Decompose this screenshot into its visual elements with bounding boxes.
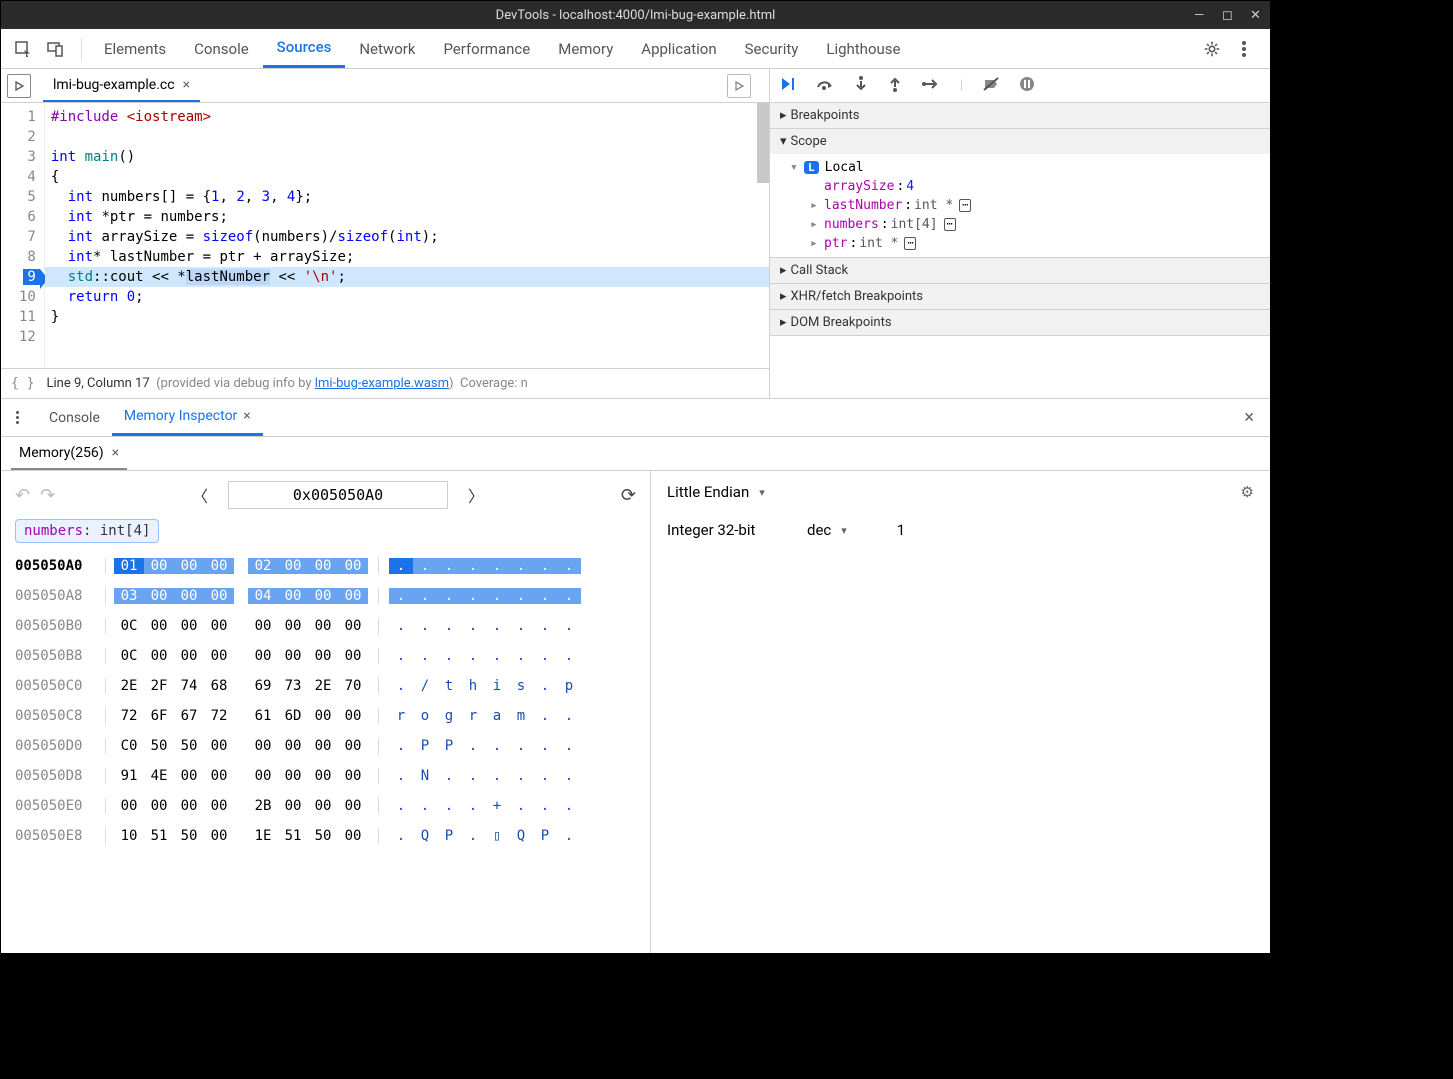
prev-page-icon[interactable]: 〈: [186, 483, 214, 507]
scope-local[interactable]: ▾LLocal: [770, 158, 1270, 177]
close-drawer-tab-icon[interactable]: ×: [243, 408, 250, 424]
tab-console[interactable]: Console: [180, 29, 263, 68]
device-toggle-icon[interactable]: [41, 35, 69, 63]
address-input[interactable]: [228, 481, 448, 509]
window-titlebar: DevTools - localhost:4000/lmi-bug-exampl…: [1, 1, 1270, 29]
tab-security[interactable]: Security: [731, 29, 813, 68]
close-tab-icon[interactable]: ×: [183, 77, 190, 93]
memory-inspector-tab[interactable]: Memory Inspector×: [112, 399, 263, 436]
step-over-icon[interactable]: [816, 77, 834, 95]
hex-viewer[interactable]: 005050A00100000002000000........005050A8…: [15, 551, 636, 851]
minimize-icon[interactable]: —: [1194, 8, 1208, 22]
memory-buffer-tab[interactable]: Memory(256)×: [11, 437, 127, 470]
cursor-position: Line 9, Column 17: [46, 376, 149, 391]
xhr-breakpoints-section[interactable]: ▸XHR/fetch Breakpoints: [770, 284, 1270, 309]
close-icon[interactable]: ✕: [1250, 8, 1264, 22]
drawer-more-icon[interactable]: [9, 411, 25, 424]
file-tab[interactable]: lmi-bug-example.cc ×: [43, 69, 200, 102]
refresh-icon[interactable]: ⟳: [621, 485, 636, 506]
next-page-icon[interactable]: 〉: [462, 483, 490, 507]
source-tabs: lmi-bug-example.cc ×: [1, 69, 769, 103]
more-icon[interactable]: [1230, 35, 1258, 63]
dom-breakpoints-section[interactable]: ▸DOM Breakpoints: [770, 310, 1270, 335]
maximize-icon[interactable]: ◻: [1222, 8, 1236, 22]
scope-section[interactable]: ▾Scope: [770, 129, 1270, 154]
drawer-tabs: Console Memory Inspector× ×: [1, 399, 1270, 437]
debugger-toolbar: |: [770, 69, 1270, 103]
close-memory-tab-icon[interactable]: ×: [112, 445, 119, 461]
deactivate-breakpoints-icon[interactable]: [983, 76, 999, 96]
toggle-navigator-icon[interactable]: [7, 74, 31, 98]
resume-icon[interactable]: [780, 76, 796, 96]
pause-exceptions-icon[interactable]: [1019, 76, 1035, 96]
pretty-print-icon[interactable]: { }: [11, 376, 34, 391]
run-snippet-icon[interactable]: [727, 74, 751, 98]
format-select[interactable]: dec: [807, 521, 831, 539]
settings-icon[interactable]: [1198, 35, 1226, 63]
close-drawer-icon[interactable]: ×: [1236, 407, 1262, 428]
tab-sources[interactable]: Sources: [263, 29, 346, 68]
step-icon[interactable]: [922, 77, 940, 95]
scope-var-arraySize[interactable]: arraySize: 4: [770, 177, 1270, 196]
console-tab[interactable]: Console: [37, 399, 112, 436]
value-type-label: Integer 32-bit: [667, 521, 797, 539]
endianness-select[interactable]: Little Endian: [667, 483, 749, 501]
wasm-link[interactable]: lmi-bug-example.wasm: [315, 376, 449, 391]
redo-icon[interactable]: ↷: [40, 485, 55, 506]
tab-application[interactable]: Application: [627, 29, 730, 68]
scope-var-ptr[interactable]: ▸ptr: int *⋯: [770, 234, 1270, 253]
main-tabbar: ElementsConsoleSourcesNetworkPerformance…: [1, 29, 1270, 69]
tab-network[interactable]: Network: [345, 29, 429, 68]
callstack-section[interactable]: ▸Call Stack: [770, 258, 1270, 283]
tab-elements[interactable]: Elements: [90, 29, 180, 68]
value-settings-icon[interactable]: ⚙: [1241, 483, 1254, 501]
inspected-value: 1: [897, 521, 905, 539]
code-editor[interactable]: 123456789101112 #include <iostream>int m…: [1, 103, 769, 368]
status-bar: { } Line 9, Column 17 (provided via debu…: [1, 368, 769, 398]
step-out-icon[interactable]: [888, 76, 902, 96]
window-title: DevTools - localhost:4000/lmi-bug-exampl…: [496, 8, 776, 23]
tab-performance[interactable]: Performance: [429, 29, 544, 68]
scrollbar-thumb[interactable]: [757, 103, 769, 183]
tab-memory[interactable]: Memory: [544, 29, 627, 68]
file-tab-label: lmi-bug-example.cc: [53, 77, 175, 93]
step-into-icon[interactable]: [854, 76, 868, 96]
inspect-icon[interactable]: [9, 35, 37, 63]
highlight-badge[interactable]: numbers: int[4]: [15, 519, 159, 543]
tab-lighthouse[interactable]: Lighthouse: [812, 29, 914, 68]
breakpoints-section[interactable]: ▸Breakpoints: [770, 103, 1270, 128]
scope-var-lastNumber[interactable]: ▸lastNumber: int *⋯: [770, 196, 1270, 215]
scope-var-numbers[interactable]: ▸numbers: int[4]⋯: [770, 215, 1270, 234]
undo-icon[interactable]: ↶: [15, 485, 30, 506]
